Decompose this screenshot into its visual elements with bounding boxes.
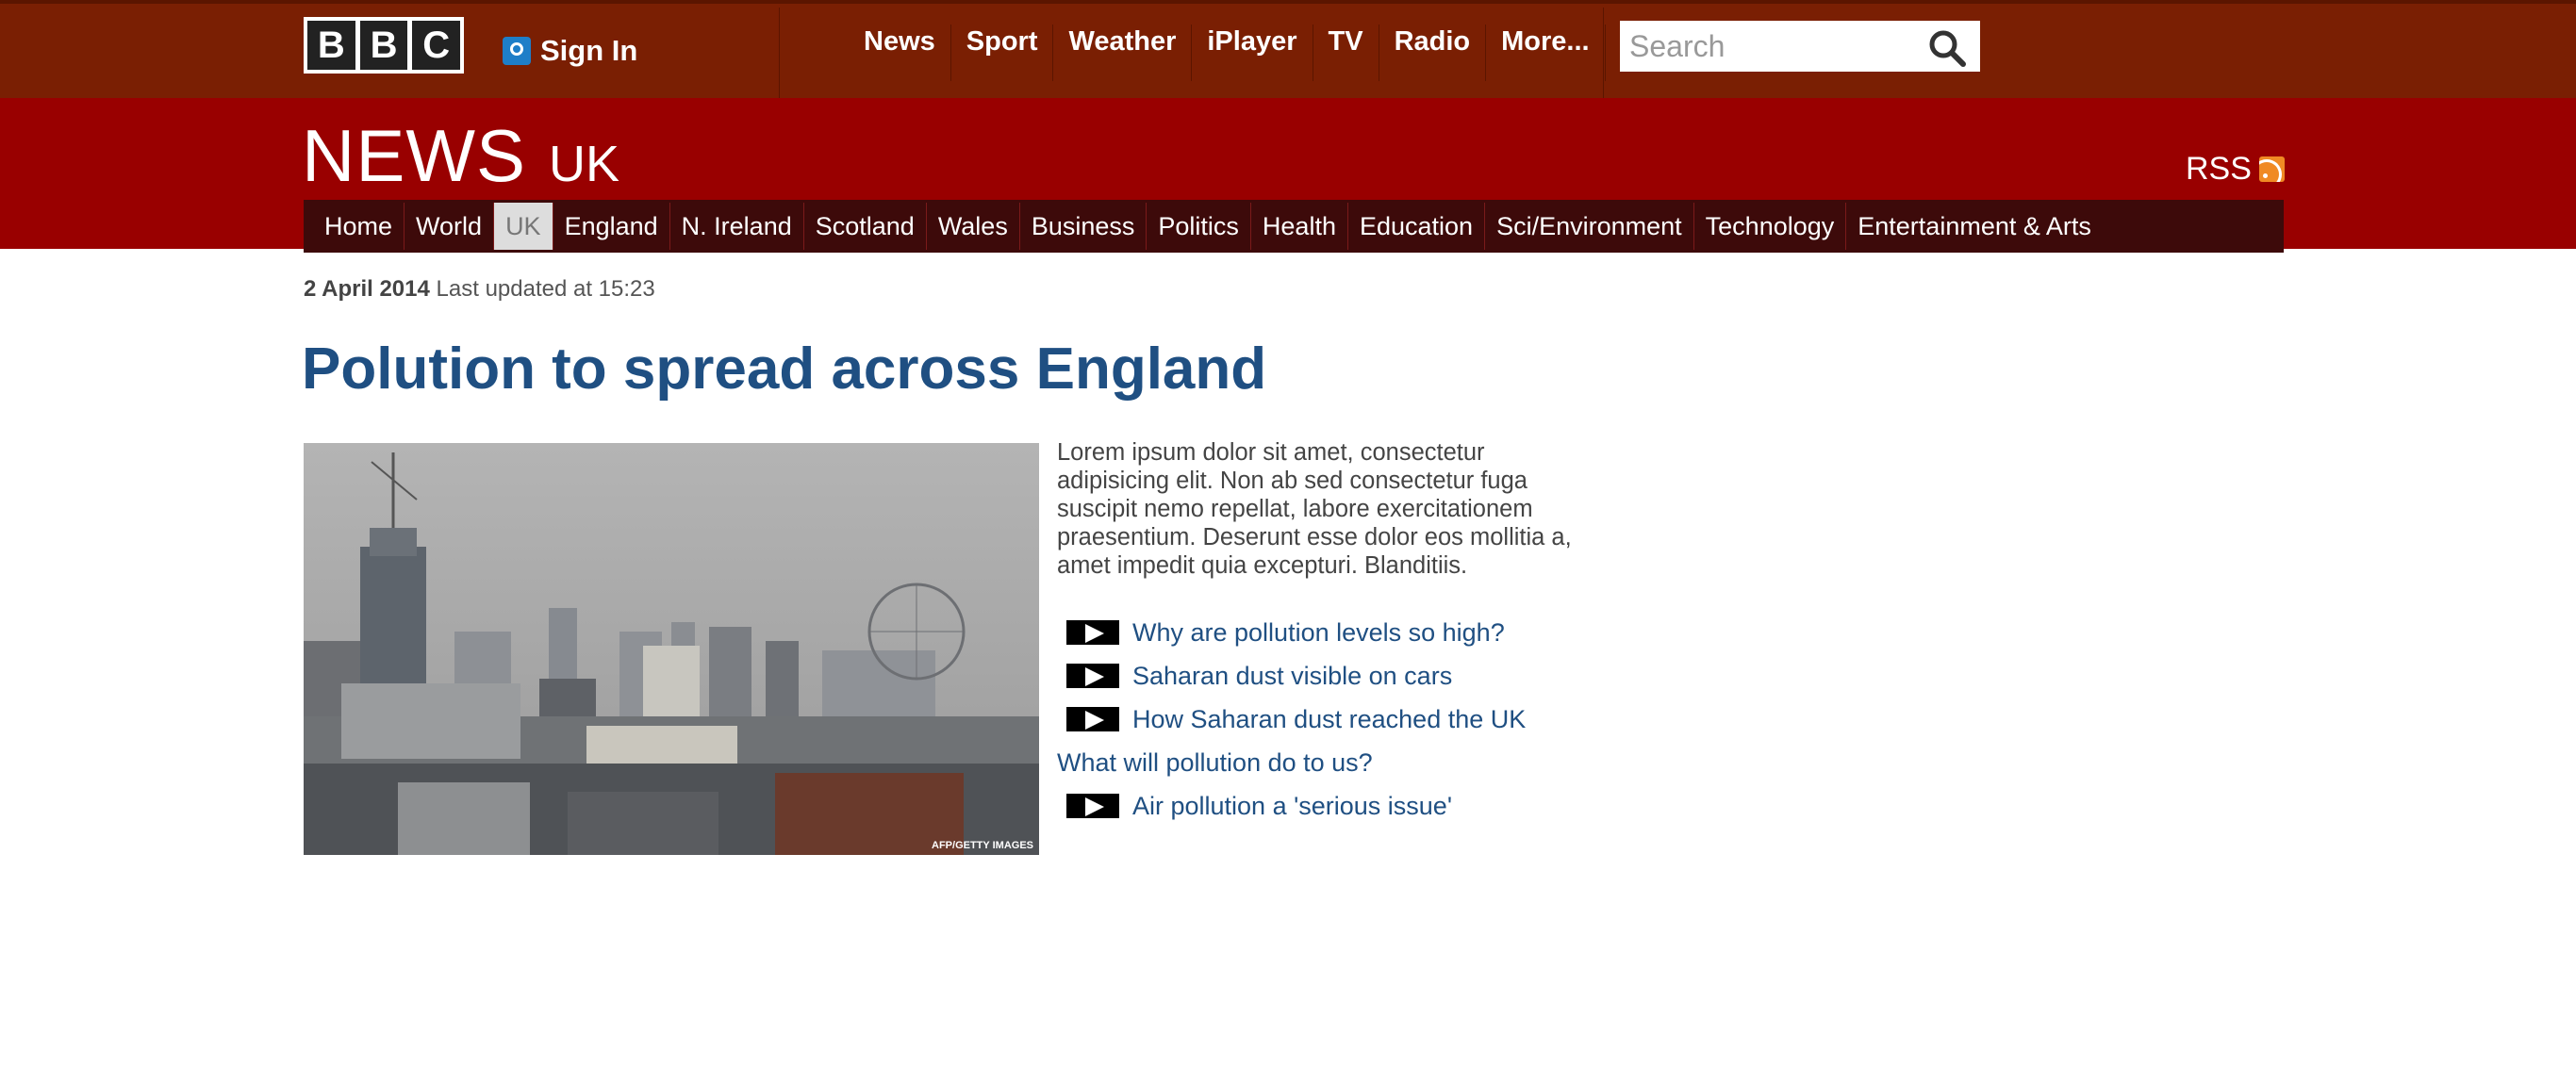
top-nav-tv[interactable]: TV	[1313, 25, 1379, 81]
related-link-label[interactable]: Why are pollution levels so high?	[1132, 618, 1505, 648]
sign-in-link[interactable]: Sign In	[503, 34, 637, 68]
related-link[interactable]: Air pollution a 'serious issue'	[1057, 784, 1526, 828]
related-link[interactable]: How Saharan dust reached the UK	[1057, 698, 1526, 741]
sign-in-label: Sign In	[540, 34, 638, 67]
related-link[interactable]: Saharan dust visible on cars	[1057, 654, 1526, 698]
related-links: Why are pollution levels so high? Sahara…	[1057, 611, 1526, 828]
bbc-logo-letter: B	[359, 21, 408, 70]
top-nav-news[interactable]: News	[849, 25, 951, 81]
subnav-scotland[interactable]: Scotland	[804, 203, 927, 250]
divider	[779, 8, 780, 98]
subnav-n-ireland[interactable]: N. Ireland	[670, 203, 804, 250]
top-nav-radio[interactable]: Radio	[1379, 25, 1487, 81]
rss-link[interactable]: RSS	[2186, 151, 2285, 188]
rss-label: RSS	[2186, 151, 2252, 187]
play-video-icon[interactable]	[1065, 662, 1121, 690]
related-link[interactable]: Why are pollution levels so high?	[1057, 611, 1526, 654]
photo-credit: AFP/GETTY IMAGES	[932, 840, 1033, 851]
related-link-label[interactable]: Saharan dust visible on cars	[1132, 662, 1452, 691]
article-updated: Last updated at 15:23	[436, 276, 655, 302]
search-input[interactable]	[1620, 28, 1922, 64]
top-nav-iplayer[interactable]: iPlayer	[1192, 25, 1313, 81]
article-photo: AFP/GETTY IMAGES	[304, 443, 1039, 855]
subnav-business[interactable]: Business	[1020, 203, 1148, 250]
top-nav: News Sport Weather iPlayer TV Radio More…	[849, 25, 1606, 81]
play-video-icon[interactable]	[1065, 705, 1121, 733]
subnav-education[interactable]: Education	[1348, 203, 1486, 250]
top-nav-weather[interactable]: Weather	[1053, 25, 1193, 81]
play-video-icon[interactable]	[1065, 618, 1121, 647]
london-skyline-image	[304, 443, 1039, 855]
article-headline: Polution to spread across England	[302, 337, 1267, 402]
related-link-label[interactable]: What will pollution do to us?	[1057, 748, 1373, 778]
related-link-label[interactable]: Air pollution a 'serious issue'	[1132, 792, 1452, 821]
bbc-logo-letter: C	[412, 21, 461, 70]
related-link-label[interactable]: How Saharan dust reached the UK	[1132, 705, 1526, 734]
article-summary: Lorem ipsum dolor sit amet, consectetur …	[1057, 439, 1572, 579]
section-title[interactable]: NEWS	[302, 113, 526, 199]
article-date: 2 April 2014	[304, 276, 430, 302]
section-nav: Home World UK England N. Ireland Scotlan…	[304, 200, 2284, 253]
related-link[interactable]: What will pollution do to us?	[1057, 741, 1526, 784]
subnav-sci-environment[interactable]: Sci/Environment	[1485, 203, 1694, 250]
subnav-world[interactable]: World	[405, 203, 495, 250]
search-box	[1620, 21, 1980, 72]
section-subtitle: UK	[549, 136, 620, 192]
rss-icon	[2258, 156, 2285, 182]
user-icon	[503, 37, 531, 65]
subnav-wales[interactable]: Wales	[927, 203, 1020, 250]
top-nav-sport[interactable]: Sport	[951, 25, 1054, 81]
bbc-logo-letter: B	[307, 21, 355, 70]
subnav-uk[interactable]: UK	[494, 203, 553, 250]
subnav-england[interactable]: England	[553, 203, 670, 250]
bbc-logo[interactable]: B B C	[304, 17, 464, 74]
subnav-entertainment-arts[interactable]: Entertainment & Arts	[1846, 203, 2103, 250]
bbc-top-bar: B B C Sign In News Sport Weather iPlayer…	[0, 0, 2576, 98]
subnav-home[interactable]: Home	[313, 203, 405, 250]
article-meta: 2 April 2014 Last updated at 15:23	[304, 276, 655, 303]
search-icon[interactable]	[1927, 28, 1967, 68]
play-video-icon[interactable]	[1065, 792, 1121, 820]
subnav-health[interactable]: Health	[1251, 203, 1348, 250]
top-nav-more[interactable]: More...	[1486, 25, 1606, 81]
subnav-technology[interactable]: Technology	[1694, 203, 1847, 250]
subnav-politics[interactable]: Politics	[1147, 203, 1251, 250]
